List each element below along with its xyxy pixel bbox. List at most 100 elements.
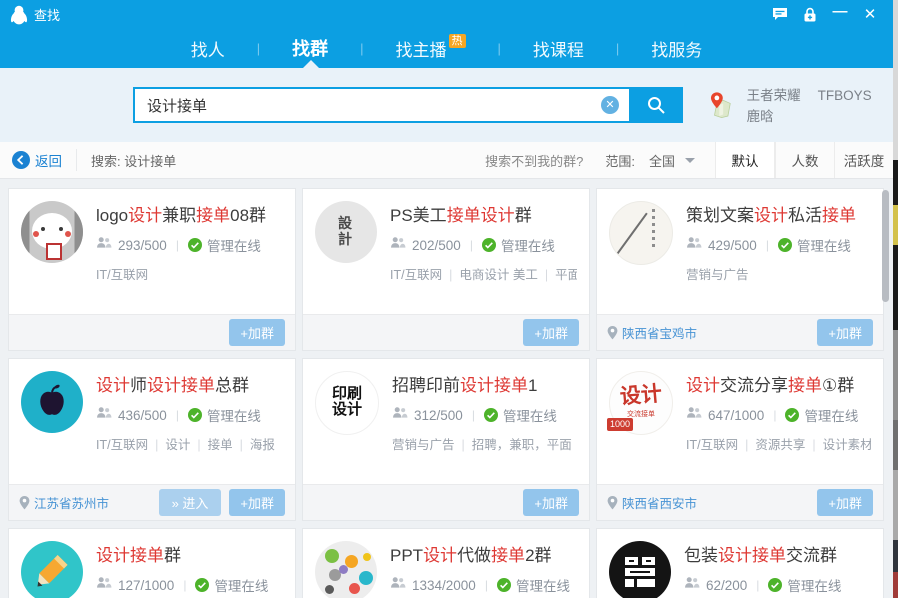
group-card-body: 策划文案设计私活接单429/500|管理在线营销与广告 (597, 189, 883, 295)
group-title[interactable]: 招聘印前设计接单1 (392, 371, 577, 396)
nav-tab-2[interactable]: 找群 (286, 35, 334, 61)
enter-group-button[interactable]: » 进入 (159, 489, 222, 516)
group-tags: 营销与广告 (611, 264, 856, 283)
group-card-footer: +加群 (9, 314, 295, 350)
clear-search-icon[interactable]: ✕ (601, 96, 619, 114)
members-icon (392, 406, 408, 424)
tag-divider: | (745, 438, 748, 452)
footer-buttons: +加群 (817, 319, 873, 346)
meta-divider: | (470, 238, 473, 252)
group-title[interactable]: 策划文案设计私活接单 (686, 201, 856, 226)
group-card[interactable]: PPT设计代做接单2群1334/2000|管理在线+加群 (302, 528, 590, 598)
group-tag: 营销与广告 (392, 438, 455, 452)
meta-divider: | (773, 408, 776, 422)
group-card[interactable]: 设计接单群127/1000|管理在线+加群 (8, 528, 296, 598)
scope-dropdown[interactable]: 全国 (649, 151, 695, 170)
group-card[interactable]: 策划文案设计私活接单429/500|管理在线营销与广告陕西省宝鸡市+加群 (596, 188, 884, 351)
group-card[interactable]: 設計PS美工接单设计群202/500|管理在线IT/互联网|电商设计 美工|平面… (302, 188, 590, 351)
avatar-capacity-badge: 1000 (607, 418, 633, 431)
location-pin-icon (607, 326, 622, 340)
title-highlight: 接单 (788, 376, 822, 395)
group-tag: 海报 (250, 438, 275, 452)
group-card[interactable]: logo设计兼职接单08群293/500|管理在线IT/互联网+加群 (8, 188, 296, 351)
title-text: 代做 (457, 546, 491, 565)
sort-tab-3[interactable]: 活跃度 (834, 142, 893, 178)
admin-online-label: 管理在线 (214, 575, 268, 595)
cant-find-group-link[interactable]: 搜索不到我的群? (485, 151, 583, 170)
nav-tab-3[interactable]: 找主播热 (390, 36, 472, 61)
admin-online-icon (188, 238, 202, 252)
title-text: 群 (164, 546, 181, 565)
search-input[interactable] (133, 87, 629, 123)
back-button[interactable]: 返回 (0, 149, 77, 171)
map-pin-icon (709, 88, 733, 122)
sort-tab-1[interactable]: 默认 (715, 142, 775, 178)
group-card-body: PPT设计代做接单2群 1334/2000|管理在线 (303, 529, 589, 598)
avatar-art (21, 541, 83, 598)
group-title[interactable]: 包装设计接单交流群 (684, 541, 841, 566)
search-box: ✕ (133, 87, 683, 123)
group-card[interactable]: 设计师设计接单总群436/500|管理在线IT/互联网|设计|接单|海报|淘..… (8, 358, 296, 521)
group-meta: 312/500|管理在线 (392, 405, 577, 425)
scrollbar-thumb[interactable] (882, 190, 889, 302)
group-title[interactable]: 设计接单群 (96, 541, 268, 566)
title-text: 师 (130, 376, 147, 395)
location-label: 陕西省西安市 (622, 493, 697, 512)
nav-tab-4[interactable]: 找课程 (527, 36, 590, 61)
hot-search-item[interactable]: TFBOYS (818, 88, 872, 103)
members-icon (684, 576, 700, 594)
group-tags: IT/互联网 (21, 264, 266, 283)
group-card[interactable]: 设计交流接单1000设计交流分享接单①群647/1000|管理在线IT/互联网|… (596, 358, 884, 521)
feedback-icon[interactable] (765, 2, 795, 26)
join-group-button[interactable]: +加群 (229, 489, 285, 516)
hot-badge: 热 (449, 34, 466, 48)
member-count: 429/500 (708, 238, 757, 253)
group-info: PPT设计代做接单2群 1334/2000|管理在线 (390, 541, 570, 598)
lock-icon[interactable] (795, 2, 825, 26)
group-tag: 设计 (165, 438, 190, 452)
search-icon (646, 95, 666, 115)
join-group-button[interactable]: +加群 (523, 489, 579, 516)
join-group-button[interactable]: +加群 (229, 319, 285, 346)
tag-divider: | (155, 438, 158, 452)
avatar-art (610, 202, 672, 264)
sort-tab-2[interactable]: 人数 (775, 142, 834, 178)
tag-divider: | (545, 268, 548, 282)
group-info: 招聘印前设计接单1312/500|管理在线营销与广告|招聘，兼职，平面|... (392, 371, 577, 453)
join-group-button[interactable]: +加群 (817, 489, 873, 516)
group-card[interactable]: 印刷设计招聘印前设计接单1312/500|管理在线营销与广告|招聘，兼职，平面|… (302, 358, 590, 521)
window-header: 查找 — ✕ 找人|找群|找主播热|找课程|找服务 (0, 0, 893, 68)
group-tag: IT/互联网 (96, 438, 148, 452)
group-avatar (609, 541, 671, 598)
admin-online-label: 管理在线 (207, 235, 261, 255)
member-count: 127/1000 (118, 578, 174, 593)
group-title[interactable]: 设计交流分享接单①群 (686, 371, 871, 396)
admin-online-label: 管理在线 (516, 575, 570, 595)
group-title[interactable]: PPT设计代做接单2群 (390, 541, 570, 566)
group-card-body: 设计交流接单1000设计交流分享接单①群647/1000|管理在线IT/互联网|… (597, 359, 883, 465)
close-icon[interactable]: ✕ (855, 2, 885, 26)
group-tag: 招聘，兼职，平面 (472, 438, 572, 452)
group-title[interactable]: 设计师设计接单总群 (96, 371, 283, 396)
hot-search-item[interactable]: 鹿晗 (747, 109, 774, 124)
hot-search-item[interactable]: 王者荣耀 (747, 88, 801, 103)
group-info: 设计接单群127/1000|管理在线 (96, 541, 268, 598)
group-title[interactable]: logo设计兼职接单08群 (96, 201, 266, 226)
tag-divider: | (197, 438, 200, 452)
group-title[interactable]: PS美工接单设计群 (390, 201, 577, 226)
nav-tab-5[interactable]: 找服务 (645, 36, 708, 61)
search-button[interactable] (629, 87, 683, 123)
join-group-button[interactable]: +加群 (523, 319, 579, 346)
admin-online-icon (768, 578, 782, 592)
group-card-body: logo设计兼职接单08群293/500|管理在线IT/互联网 (9, 189, 295, 295)
sort-tabs: 默认人数活跃度 (715, 142, 893, 178)
group-meta: 1334/2000|管理在线 (390, 575, 570, 595)
minimize-icon[interactable]: — (825, 0, 855, 29)
title-highlight: 设计 (423, 546, 457, 565)
admin-online-icon (497, 578, 511, 592)
group-info: 设计师设计接单总群436/500|管理在线IT/互联网|设计|接单|海报|淘..… (96, 371, 283, 453)
nav-tab-1[interactable]: 找人 (185, 36, 231, 61)
title-text: PPT (390, 546, 423, 565)
join-group-button[interactable]: +加群 (817, 319, 873, 346)
group-card[interactable]: 包装设计接单交流群62/200|管理在线+加群 (596, 528, 884, 598)
